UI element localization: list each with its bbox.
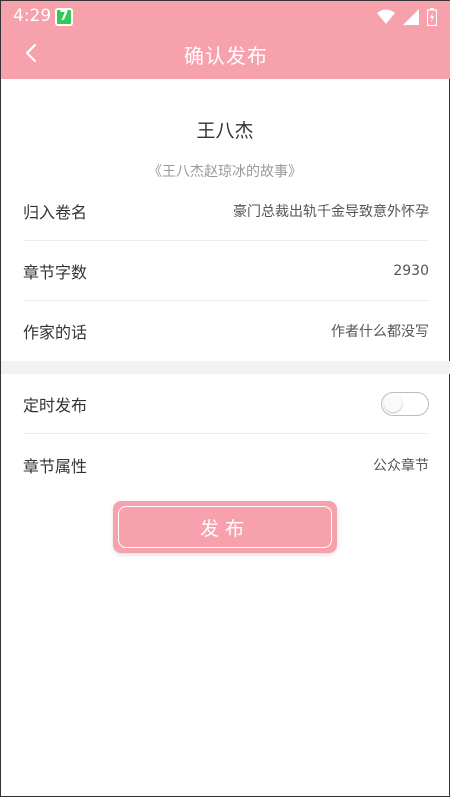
schedule-row: 定时发布 [23,374,429,434]
app-notification-badge: 7 [55,8,73,26]
toggle-knob [384,394,402,412]
volume-row[interactable]: 归入卷名 豪门总裁出轨千金导致意外怀孕 [23,181,429,241]
schedule-toggle[interactable] [381,391,429,416]
battery-icon [426,8,438,30]
wifi-icon [377,9,395,29]
author-note-row[interactable]: 作家的话 作者什么都没写 [23,301,429,361]
author-note-value: 作者什么都没写 [331,324,429,340]
status-bar: 4:29 7 [1,1,450,33]
word-count-value: 2930 [393,262,429,279]
attribute-label: 章节属性 [23,457,88,476]
publish-button-label: 发布 [199,517,250,540]
section-divider [1,361,450,374]
page-title: 确认发布 [184,44,268,68]
word-count-label: 章节字数 [23,262,88,282]
status-time: 4:29 [13,6,52,26]
attribute-value: 公众章节 [373,458,429,474]
volume-value: 豪门总裁出轨千金导致意外怀孕 [233,203,429,220]
signal-icon [403,9,419,29]
author-name: 王八杰 [196,120,254,142]
schedule-label: 定时发布 [23,395,88,415]
book-title: 《王八杰赵琼冰的故事》 [148,164,302,180]
volume-label: 归入卷名 [23,202,88,222]
word-count-row: 章节字数 2930 [23,241,429,301]
title-bar: 确认发布 [1,33,450,79]
author-note-label: 作家的话 [23,323,88,342]
system-icons [377,8,438,30]
publish-button[interactable]: 发布 [113,501,337,553]
attribute-row[interactable]: 章节属性 公众章节 [23,435,429,495]
